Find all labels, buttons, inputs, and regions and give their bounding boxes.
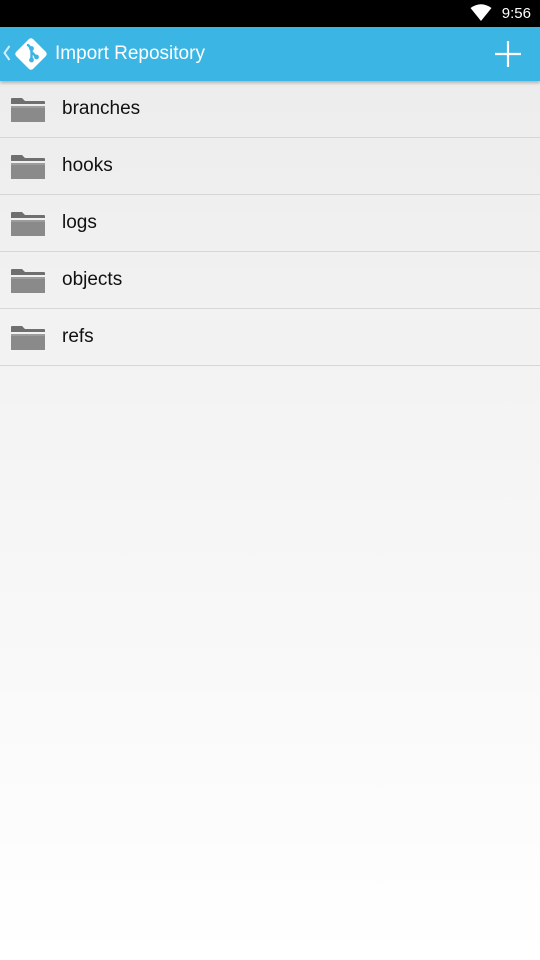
plus-icon — [495, 41, 521, 67]
folder-list: branches hooks logs objects refs — [0, 81, 540, 366]
git-logo-icon — [15, 38, 47, 70]
list-item-label: logs — [62, 212, 97, 233]
add-button[interactable] — [490, 36, 526, 72]
list-item-hooks[interactable]: hooks — [0, 138, 540, 195]
list-item-objects[interactable]: objects — [0, 252, 540, 309]
list-item-label: hooks — [62, 155, 113, 176]
page-title: Import Repository — [55, 43, 205, 64]
folder-icon — [11, 155, 45, 179]
folder-icon — [11, 212, 45, 236]
wifi-icon — [470, 4, 492, 21]
action-bar: Import Repository — [0, 27, 540, 81]
status-time: 9:56 — [501, 5, 531, 22]
list-item-branches[interactable]: branches — [0, 81, 540, 138]
list-item-label: branches — [62, 98, 141, 119]
list-item-refs[interactable]: refs — [0, 309, 540, 366]
folder-icon — [11, 98, 45, 122]
chevron-left-icon — [3, 45, 11, 61]
list-item-label: refs — [62, 326, 94, 347]
folder-icon — [11, 326, 45, 350]
list-item-logs[interactable]: logs — [0, 195, 540, 252]
up-button[interactable] — [0, 27, 52, 81]
folder-icon — [11, 269, 45, 293]
list-item-label: objects — [62, 269, 123, 290]
status-bar: 9:56 — [0, 0, 540, 27]
